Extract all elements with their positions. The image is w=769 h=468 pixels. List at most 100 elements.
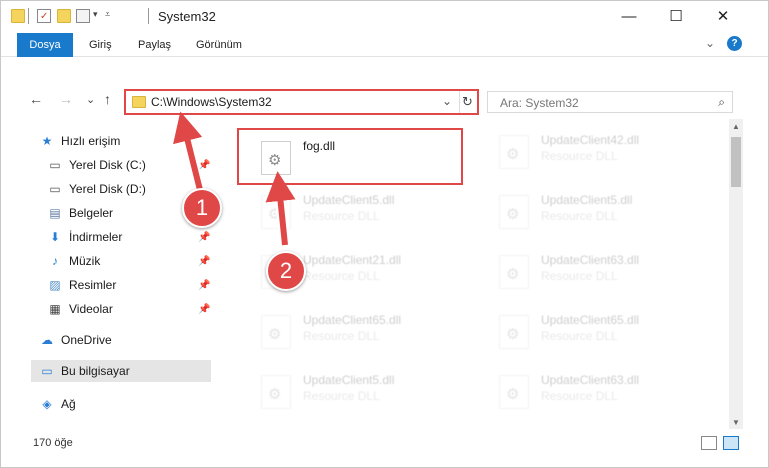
address-folder-icon: [132, 96, 146, 108]
dll-file-icon: ⚙: [499, 195, 529, 229]
list-item[interactable]: ⚙ UpdateClient21.dll Resource DLL: [239, 243, 469, 299]
address-path[interactable]: C:\Windows\System32: [151, 95, 272, 109]
drive-icon: ▭: [49, 182, 61, 196]
refresh-icon[interactable]: ↻: [462, 94, 473, 110]
vertical-scrollbar[interactable]: ▲ ▼: [729, 119, 743, 429]
details-view-icon[interactable]: [701, 436, 717, 450]
list-item[interactable]: ⚙ UpdateClient5.dll Resource DLL: [477, 183, 707, 239]
ribbon: Dosya Giriş Paylaş Görünüm ⌄ ?: [1, 31, 768, 57]
properties-icon[interactable]: ✓: [37, 9, 51, 23]
list-item[interactable]: ⚙ UpdateClient65.dll Resource DLL: [239, 303, 469, 359]
download-icon: ⬇: [49, 230, 61, 244]
sidebar-item-network[interactable]: ◈ Ağ: [39, 393, 209, 415]
large-icons-view-icon[interactable]: [723, 436, 739, 450]
music-icon: ♪: [52, 254, 58, 268]
dll-file-icon: ⚙: [499, 375, 529, 409]
folder-icon: [11, 9, 25, 23]
title-separator: [148, 8, 149, 24]
explorer-window: ✓ ▾ ⩡ System32 — ☐ ✕ Dosya Giriş Paylaş …: [0, 0, 769, 468]
sidebar-item-pictures[interactable]: ▨ Resimler: [47, 274, 209, 296]
cloud-icon: ☁: [41, 333, 53, 347]
pin-icon: 📌: [198, 232, 211, 243]
documents-icon: ▤: [49, 206, 61, 220]
sidebar-item-quick-access[interactable]: ★ Hızlı erişim: [39, 130, 209, 152]
file-type: Resource DLL: [541, 149, 618, 163]
list-item[interactable]: ⚙ UpdateClient65.dll Resource DLL: [477, 303, 707, 359]
dll-file-icon: ⚙: [261, 315, 291, 349]
address-dropdown-icon[interactable]: ⌄: [442, 94, 452, 108]
pin-icon: 📌: [198, 160, 211, 171]
file-name: UpdateClient65.dll: [303, 313, 402, 327]
file-name: UpdateClient21.dll: [303, 253, 402, 267]
file-type: Resource DLL: [541, 329, 618, 343]
sidebar-item-local-disk-c[interactable]: ▭ Yerel Disk (C:): [47, 154, 209, 176]
file-name: UpdateClient5.dll: [303, 193, 395, 207]
list-item[interactable]: ⚙ UpdateClient63.dll Resource DLL: [477, 363, 707, 419]
sidebar-item-this-pc[interactable]: ▭ Bu bilgisayar: [31, 360, 211, 382]
file-name: UpdateClient5.dll: [303, 373, 395, 387]
forward-button[interactable]: →: [59, 91, 73, 107]
scroll-thumb[interactable]: [731, 137, 741, 187]
sidebar-item-label: Yerel Disk (C:): [69, 158, 146, 172]
qa-separator: [28, 8, 29, 24]
file-type: Resource DLL: [303, 269, 380, 283]
quick-access-menu-icon[interactable]: ⩡: [105, 9, 110, 20]
up-button[interactable]: ↑: [104, 91, 111, 107]
sidebar-item-documents[interactable]: ▤ Belgeler: [47, 202, 209, 224]
help-icon[interactable]: ?: [727, 36, 742, 51]
dll-file-icon: ⚙: [261, 195, 291, 229]
minimize-button[interactable]: —: [606, 1, 652, 31]
back-button[interactable]: ←: [29, 91, 43, 107]
customize-icon[interactable]: [76, 9, 90, 23]
tab-view[interactable]: Görünüm: [196, 39, 242, 51]
maximize-button[interactable]: ☐: [653, 1, 699, 31]
sidebar-item-videos[interactable]: ▦ Videolar: [47, 298, 209, 320]
file-name: UpdateClient63.dll: [541, 373, 640, 387]
list-item[interactable]: ⚙ UpdateClient42.dll Resource DLL: [477, 123, 707, 179]
sidebar-item-downloads[interactable]: ⬇ İndirmeler: [47, 226, 209, 248]
file-type: Resource DLL: [303, 209, 380, 223]
sidebar-item-onedrive[interactable]: ☁ OneDrive: [39, 329, 209, 351]
dll-file-icon: ⚙: [499, 255, 529, 289]
file-type: Resource DLL: [541, 209, 618, 223]
sidebar-item-label: Müzik: [69, 254, 101, 268]
search-box[interactable]: Ara: System32 ⌕: [487, 91, 733, 113]
file-name: UpdateClient42.dll: [541, 133, 640, 147]
quick-access-dropdown-icon[interactable]: ▾: [93, 9, 98, 20]
new-folder-icon[interactable]: [57, 9, 71, 23]
status-bar: 170 öğe: [1, 433, 768, 455]
sidebar-item-label: Belgeler: [69, 206, 114, 220]
address-bar[interactable]: C:\Windows\System32 ⌄ ↻: [124, 89, 479, 115]
sidebar-item-music[interactable]: ♪ Müzik: [47, 250, 209, 272]
tab-home[interactable]: Giriş: [89, 39, 112, 51]
file-type: Resource DLL: [303, 389, 380, 403]
file-type: Resource DLL: [541, 269, 618, 283]
recent-locations-button[interactable]: ⌄: [86, 93, 95, 106]
dll-file-icon: ⚙: [261, 375, 291, 409]
dll-file-icon: ⚙: [261, 255, 291, 289]
ribbon-expand-icon[interactable]: ⌄: [705, 36, 715, 50]
sidebar-item-label: İndirmeler: [69, 230, 123, 244]
file-name: UpdateClient63.dll: [541, 253, 640, 267]
file-type: Resource DLL: [303, 329, 380, 343]
tab-share[interactable]: Paylaş: [138, 39, 171, 51]
scroll-down-icon[interactable]: ▼: [729, 415, 743, 429]
sidebar-item-label: Videolar: [69, 302, 113, 316]
list-item[interactable]: ⚙ UpdateClient5.dll Resource DLL: [239, 183, 469, 239]
pictures-icon: ▨: [49, 278, 61, 292]
close-button[interactable]: ✕: [700, 1, 746, 31]
list-item[interactable]: ⚙ UpdateClient5.dll Resource DLL: [239, 363, 469, 419]
address-separator: [459, 91, 460, 113]
list-item[interactable]: ⚙ UpdateClient63.dll Resource DLL: [477, 243, 707, 299]
scroll-up-icon[interactable]: ▲: [729, 119, 743, 133]
star-icon: ★: [41, 134, 53, 148]
file-type: Resource DLL: [541, 389, 618, 403]
computer-icon: ▭: [41, 364, 53, 378]
pin-icon: 📌: [198, 256, 211, 267]
search-icon[interactable]: ⌕: [718, 95, 725, 110]
sidebar-item-local-disk-d[interactable]: ▭ Yerel Disk (D:): [47, 178, 209, 200]
tab-file[interactable]: Dosya: [17, 33, 73, 57]
title-bar: ✓ ▾ ⩡ System32 — ☐ ✕: [1, 1, 768, 31]
drive-icon: ▭: [49, 158, 61, 172]
search-input[interactable]: Ara: System32: [500, 96, 579, 110]
